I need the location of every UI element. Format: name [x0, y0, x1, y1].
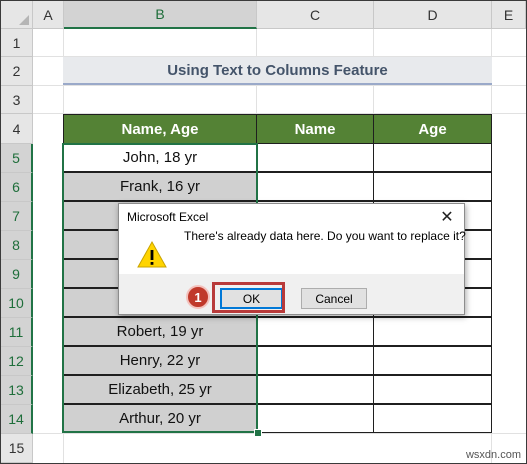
step-badge: 1	[186, 285, 210, 309]
row-header-14[interactable]: 14	[1, 405, 33, 434]
gridline	[33, 85, 526, 86]
table-cell-name-age[interactable]: Elizabeth, 25 yr	[63, 375, 257, 404]
column-header-e[interactable]: E	[492, 1, 526, 29]
table-cell-name-age[interactable]: Arthur, 20 yr	[63, 404, 257, 433]
fill-handle[interactable]	[254, 429, 262, 437]
table-cell-name[interactable]	[256, 375, 374, 404]
table-cell-age[interactable]	[373, 172, 492, 201]
table-cell-name-age[interactable]: John, 18 yr	[63, 143, 257, 172]
table-header-name-age[interactable]: Name, Age	[63, 114, 257, 144]
warning-icon	[137, 240, 167, 268]
table-cell-age[interactable]	[373, 404, 492, 433]
row-header-1[interactable]: 1	[1, 29, 33, 57]
row-header-2[interactable]: 2	[1, 57, 33, 86]
table-cell-age[interactable]	[373, 143, 492, 172]
row-header-8[interactable]: 8	[1, 231, 33, 260]
row-header-7[interactable]: 7	[1, 202, 33, 231]
column-header-a[interactable]: A	[33, 1, 64, 29]
table-cell-name[interactable]	[256, 172, 374, 201]
replace-data-dialog: Microsoft Excel ✕ There's already data h…	[118, 203, 466, 315]
row-header-13[interactable]: 13	[1, 376, 33, 405]
table-cell-name[interactable]	[256, 317, 374, 346]
table-cell-age[interactable]	[373, 346, 492, 375]
select-all-corner[interactable]	[1, 1, 33, 29]
row-header-6[interactable]: 6	[1, 173, 33, 202]
column-header-d[interactable]: D	[374, 1, 492, 29]
table-header-name[interactable]: Name	[256, 114, 374, 144]
row-header-12[interactable]: 12	[1, 347, 33, 376]
dialog-title: Microsoft Excel	[127, 210, 209, 224]
table-cell-name-age[interactable]: Robert, 19 yr	[63, 317, 257, 346]
gridline	[33, 433, 526, 434]
row-header-11[interactable]: 11	[1, 318, 33, 347]
sheet-title[interactable]: Using Text to Columns Feature	[63, 57, 492, 85]
row-header-9[interactable]: 9	[1, 260, 33, 289]
row-header-5[interactable]: 5	[1, 144, 33, 173]
column-header-c[interactable]: C	[257, 1, 374, 29]
row-header-10[interactable]: 10	[1, 289, 33, 318]
table-cell-age[interactable]	[373, 375, 492, 404]
table-cell-name[interactable]	[256, 346, 374, 375]
table-cell-age[interactable]	[373, 317, 492, 346]
row-header-15[interactable]: 15	[1, 434, 33, 463]
table-cell-name[interactable]	[256, 143, 374, 172]
cancel-button[interactable]: Cancel	[301, 288, 367, 309]
table-header-age[interactable]: Age	[373, 114, 492, 144]
row-header-4[interactable]: 4	[1, 114, 33, 144]
ok-button[interactable]: OK	[220, 288, 283, 309]
column-header-b[interactable]: B	[64, 1, 257, 29]
close-icon[interactable]: ✕	[434, 206, 460, 228]
table-cell-name[interactable]	[256, 404, 374, 433]
table-cell-name-age[interactable]: Frank, 16 yr	[63, 172, 257, 201]
table-cell-name-age[interactable]: Henry, 22 yr	[63, 346, 257, 375]
row-header-3[interactable]: 3	[1, 86, 33, 114]
watermark: wsxdn.com	[465, 449, 521, 461]
dialog-message: There's already data here. Do you want t…	[184, 229, 466, 243]
dialog-titlebar[interactable]: Microsoft Excel ✕	[119, 204, 464, 230]
